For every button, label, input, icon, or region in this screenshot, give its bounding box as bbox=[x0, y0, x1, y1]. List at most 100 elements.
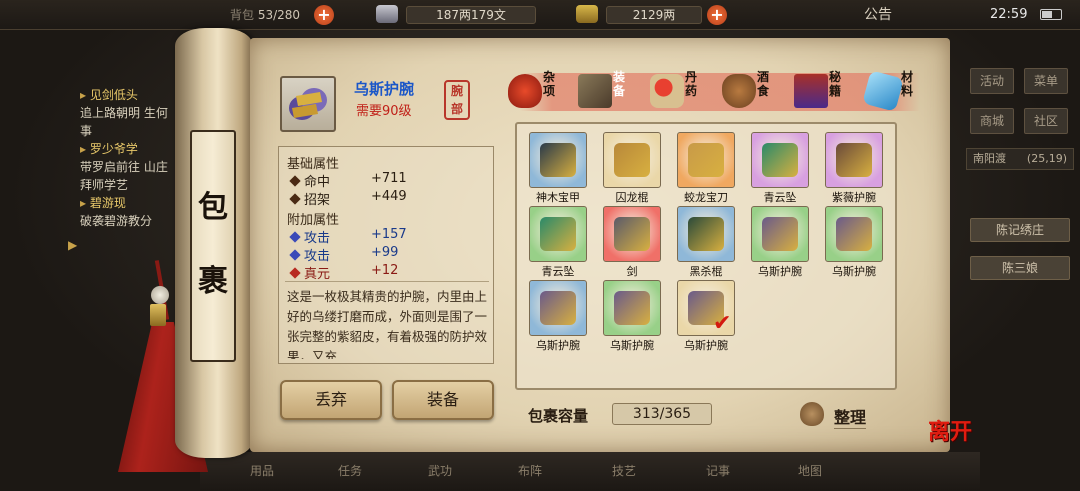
sort-button[interactable]: 整理 bbox=[800, 400, 880, 430]
stat-value: +157 bbox=[371, 227, 407, 242]
item-thumbnail-icon bbox=[677, 132, 735, 188]
extra-stats-header: 附加属性 bbox=[287, 213, 340, 228]
category-tab-manuals[interactable]: 秘籍 bbox=[794, 68, 856, 116]
inventory-slot[interactable]: 神木宝甲 bbox=[529, 132, 587, 206]
item-name-label: 神木宝甲 bbox=[536, 191, 580, 204]
item-name-label: 剑 bbox=[626, 265, 638, 278]
wine-icon bbox=[722, 74, 756, 108]
item-art bbox=[688, 143, 724, 177]
equipment-icon bbox=[578, 74, 612, 108]
leave-button[interactable]: 离开 bbox=[928, 414, 974, 454]
tassel-cap bbox=[150, 304, 166, 326]
stat-row: 命中 +711 bbox=[289, 171, 481, 190]
inventory-slot[interactable]: 蛟龙宝刀 bbox=[677, 132, 735, 206]
category-tab-materials[interactable]: 材料 bbox=[862, 68, 928, 116]
quest-item[interactable]: ▸ 碧游现 bbox=[80, 194, 190, 212]
divider bbox=[285, 281, 489, 282]
inventory-slot[interactable]: 剑 bbox=[603, 206, 661, 280]
pill-icon bbox=[650, 74, 684, 108]
inventory-slot[interactable]: 紫薇护腕 bbox=[825, 132, 883, 206]
stat-row: 招架 +449 bbox=[289, 189, 481, 208]
inventory-slot[interactable]: 黑杀棍 bbox=[677, 206, 735, 280]
equip-button[interactable]: 装备 bbox=[392, 380, 494, 420]
capacity-value: 313/365 bbox=[612, 403, 712, 425]
item-name-label: 黑杀棍 bbox=[689, 265, 723, 278]
capacity-value: 53/280 bbox=[257, 8, 301, 22]
quest-item[interactable]: ▸ 见剑低头 bbox=[80, 86, 190, 104]
item-description[interactable]: 这是一枚极其精贵的护腕，内里由上好的乌缕打磨而成，外面则是围了一张完整的紫貂皮，… bbox=[287, 287, 487, 359]
notice-button[interactable]: 公告 bbox=[864, 5, 892, 25]
stat-label: 命中 bbox=[304, 175, 331, 190]
item-slot-stamp: 腕部 bbox=[444, 80, 470, 120]
item-art bbox=[762, 217, 798, 251]
npc-button-shop[interactable]: 陈记绣庄 bbox=[970, 218, 1070, 242]
gold-ingot-icon bbox=[576, 5, 598, 23]
category-tab-equipment[interactable]: 装备 bbox=[578, 68, 640, 116]
inventory-slot[interactable]: 乌斯护腕 bbox=[751, 206, 809, 280]
jade-bead-icon bbox=[151, 286, 169, 304]
diamond-icon bbox=[289, 193, 301, 205]
category-tab-food[interactable]: 酒食 bbox=[722, 68, 784, 116]
category-label: 酒食 bbox=[756, 70, 769, 98]
npc-button-person[interactable]: 陈三娘 bbox=[970, 256, 1070, 280]
shop-button[interactable]: 商城 bbox=[970, 108, 1014, 134]
menu-button[interactable]: 菜单 bbox=[1024, 68, 1068, 94]
nav-items[interactable]: 用品 bbox=[250, 462, 274, 479]
item-thumbnail-icon bbox=[529, 206, 587, 262]
stat-label: 招架 bbox=[304, 193, 331, 208]
nav-crafts[interactable]: 技艺 bbox=[612, 462, 636, 479]
add-capacity-button[interactable]: + bbox=[314, 5, 334, 25]
category-tab-misc[interactable]: 杂项 bbox=[508, 68, 570, 116]
scroll-title-char: 裹 bbox=[198, 264, 228, 299]
quest-item[interactable]: ▸ 罗少爷学 bbox=[80, 140, 190, 158]
activity-button[interactable]: 活动 bbox=[970, 68, 1014, 94]
item-thumbnail-icon bbox=[529, 132, 587, 188]
quest-desc: 带罗启前往 山庄拜师学艺 bbox=[80, 160, 168, 192]
item-name-label: 紫薇护腕 bbox=[832, 191, 876, 204]
item-name-label: 乌斯护腕 bbox=[684, 339, 728, 352]
community-button[interactable]: 社区 bbox=[1024, 108, 1068, 134]
selected-item-icon bbox=[280, 76, 336, 132]
nav-tasks[interactable]: 任务 bbox=[338, 462, 362, 479]
capacity-counter: 背包 53/280 bbox=[230, 5, 300, 25]
bracer-icon bbox=[289, 88, 327, 120]
expand-arrow-icon[interactable]: ▶ bbox=[68, 238, 77, 252]
inventory-slot[interactable]: 青云坠 bbox=[529, 206, 587, 280]
silver-amount: 187两179文 bbox=[406, 6, 536, 24]
sort-label: 整理 bbox=[834, 404, 867, 429]
quest-title: 见剑低头 bbox=[89, 88, 138, 102]
quest-desc: 追上路朝明 生何事 bbox=[80, 106, 168, 138]
capacity-prefix: 背包 bbox=[230, 8, 258, 22]
diamond-icon bbox=[289, 249, 301, 261]
item-name: 乌斯护腕 bbox=[354, 80, 415, 98]
item-art bbox=[762, 143, 798, 177]
item-art bbox=[614, 143, 650, 177]
add-gold-button[interactable]: + bbox=[707, 5, 727, 25]
inventory-slot[interactable]: 青云坠 bbox=[751, 132, 809, 206]
category-tab-pills[interactable]: 丹药 bbox=[650, 68, 712, 116]
inventory-slot[interactable]: 囚龙棍 bbox=[603, 132, 661, 206]
inventory-slot[interactable]: ✔ 乌斯护腕 bbox=[677, 280, 735, 354]
nav-skills[interactable]: 武功 bbox=[428, 462, 452, 479]
stat-row: 攻击 +99 bbox=[289, 245, 481, 264]
item-thumbnail-icon bbox=[825, 206, 883, 262]
jar-icon bbox=[508, 74, 542, 108]
item-name-label: 乌斯护腕 bbox=[536, 339, 580, 352]
stat-row: 真元 +12 bbox=[289, 263, 481, 282]
nav-formation[interactable]: 布阵 bbox=[518, 462, 542, 479]
item-art bbox=[836, 217, 872, 251]
inventory-slot[interactable]: 乌斯护腕 bbox=[825, 206, 883, 280]
discard-button[interactable]: 丢弃 bbox=[280, 380, 382, 420]
item-name-label: 青云坠 bbox=[763, 191, 797, 204]
nav-journal[interactable]: 记事 bbox=[706, 462, 730, 479]
item-name-label: 乌斯护腕 bbox=[610, 339, 654, 352]
item-thumbnail-icon bbox=[529, 280, 587, 336]
inventory-slot[interactable]: 乌斯护腕 bbox=[603, 280, 661, 354]
item-thumbnail-icon bbox=[751, 132, 809, 188]
nav-map[interactable]: 地图 bbox=[798, 462, 822, 479]
item-art bbox=[614, 291, 650, 325]
stat-value: +711 bbox=[371, 171, 407, 186]
item-name-label: 乌斯护腕 bbox=[758, 265, 802, 278]
game-screen: 背包 53/280 + 187两179文 2129两 + 公告 22:59 ▸ … bbox=[0, 0, 1080, 491]
inventory-slot[interactable]: 乌斯护腕 bbox=[529, 280, 587, 354]
